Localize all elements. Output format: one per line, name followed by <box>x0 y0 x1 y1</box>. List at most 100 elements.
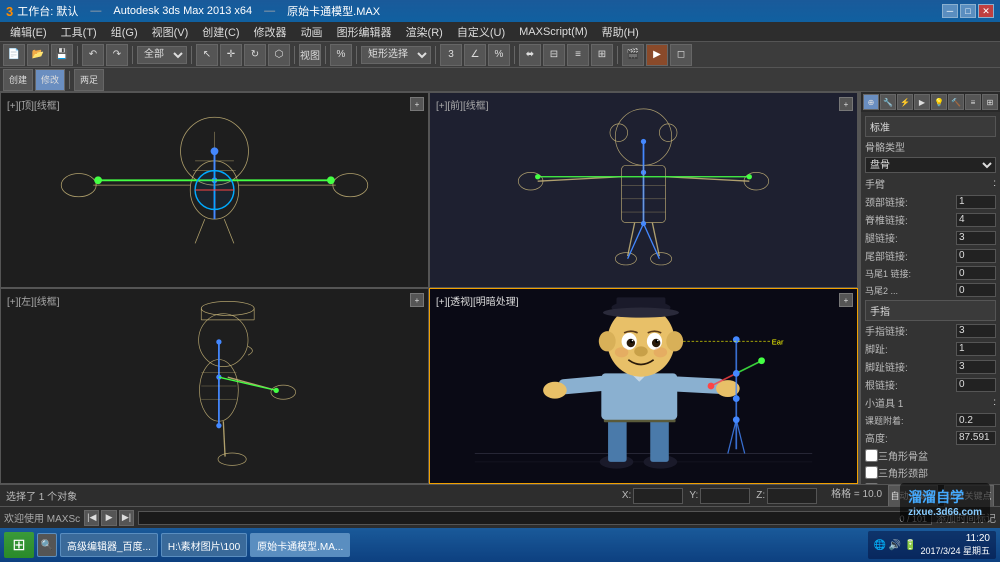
toolbar-separator-5 <box>325 46 326 64</box>
rp-height-input[interactable] <box>956 431 996 445</box>
rotate-button[interactable]: ↻ <box>244 44 266 66</box>
prev-frame-button[interactable]: |◀ <box>84 510 99 526</box>
rp-triangle-neck-check[interactable] <box>865 466 878 479</box>
menu-maxscript[interactable]: MAXScript(M) <box>513 25 593 39</box>
viewport-bottom-left[interactable]: [+][左][线框] + <box>0 288 429 484</box>
y-input[interactable] <box>700 488 750 504</box>
taskbar-item-2[interactable]: H:\素材图片\100 <box>161 533 247 557</box>
rp-ponytail2-input[interactable] <box>956 283 996 297</box>
rp-toe-input[interactable] <box>956 342 996 356</box>
rp-spine-input[interactable] <box>956 213 996 227</box>
rp-arm-colon: : <box>993 178 996 189</box>
rp-neck-row: 颈部链接: <box>865 194 996 209</box>
biped-button[interactable]: 两足 <box>74 69 104 91</box>
snap-button[interactable]: 3 <box>440 44 462 66</box>
timeline-area[interactable]: 0 / 101 <box>138 511 932 525</box>
x-input[interactable] <box>633 488 683 504</box>
taskbar-item-3[interactable]: 原始卡通模型.MA... <box>250 533 350 557</box>
rp-toe-link-input[interactable] <box>956 360 996 374</box>
rp-attach-input[interactable] <box>956 413 996 427</box>
rp-tail-input[interactable] <box>956 249 996 263</box>
menu-tools[interactable]: 工具(T) <box>55 23 103 41</box>
rp-finger-input[interactable] <box>956 324 996 338</box>
rp-root-row: 根链接: <box>865 377 996 392</box>
filter-dropdown[interactable]: 全部 <box>137 46 187 64</box>
open-button[interactable]: 📂 <box>27 44 49 66</box>
menu-modifier[interactable]: 修改器 <box>248 23 293 41</box>
menu-group[interactable]: 组(G) <box>105 23 144 41</box>
scene-graph-button[interactable]: ⊞ <box>591 44 613 66</box>
rp-neck-input[interactable] <box>956 195 996 209</box>
close-button[interactable]: ✕ <box>978 4 994 18</box>
rp-tab-modify[interactable]: 🔧 <box>880 94 896 110</box>
layer-button[interactable]: ≡ <box>567 44 589 66</box>
toolbar-separator-1 <box>77 46 78 64</box>
view-button[interactable]: 视图 <box>299 44 321 66</box>
modify-tab[interactable]: 修改 <box>35 69 65 91</box>
rp-tab-utilities[interactable]: 🔨 <box>948 94 964 110</box>
start-button[interactable]: ⊞ <box>4 532 34 558</box>
menu-custom[interactable]: 自定义(U) <box>451 23 511 41</box>
menu-animation[interactable]: 动画 <box>295 23 329 41</box>
save-button[interactable]: 💾 <box>51 44 73 66</box>
viewport-top-right-menu[interactable]: + <box>839 97 853 111</box>
material-editor-button[interactable]: ◻ <box>670 44 692 66</box>
menu-graph-editor[interactable]: 图形编辑器 <box>331 23 398 41</box>
rp-root-input[interactable] <box>956 378 996 392</box>
create-tab[interactable]: 创建 <box>3 69 33 91</box>
rp-ponytail1-input[interactable] <box>956 266 996 280</box>
rp-tab-display[interactable]: 💡 <box>931 94 947 110</box>
select-button[interactable]: ↖ <box>196 44 218 66</box>
rp-tab-hierarchy[interactable]: ⚡ <box>897 94 913 110</box>
viewport-bottom-right-menu[interactable]: + <box>839 293 853 307</box>
undo-button[interactable]: ↶ <box>82 44 104 66</box>
rp-ponytail1-row: 马尾1 链接: <box>865 266 996 280</box>
rp-tab-extra2[interactable]: ⊞ <box>982 94 998 110</box>
rp-tab-extra[interactable]: ≡ <box>965 94 981 110</box>
align-button[interactable]: ⊟ <box>543 44 565 66</box>
x-label: X: <box>622 490 631 501</box>
taskbar-item-1[interactable]: 高级编辑器_百度... <box>60 533 158 557</box>
menu-create[interactable]: 创建(C) <box>196 23 245 41</box>
viewport-top-right[interactable]: [+][前][线框] + <box>429 92 858 288</box>
percent-button[interactable]: % <box>330 44 352 66</box>
viewport-top-left[interactable]: [+][顶][线框] + <box>0 92 429 288</box>
menu-view[interactable]: 视图(V) <box>146 23 195 41</box>
taskbar-item-search[interactable]: 🔍 <box>37 533 57 557</box>
viewport-bottom-right[interactable]: [+][透视][明暗处理] + <box>429 288 858 484</box>
z-coord-field: Z: <box>756 485 817 507</box>
angle-snap-button[interactable]: ∠ <box>464 44 486 66</box>
render-button[interactable]: ▶ <box>646 44 668 66</box>
app-wrapper: 3 工作台: 默认 — Autodesk 3ds Max 2013 x64 — … <box>0 0 1000 562</box>
date-display: 2017/3/24 星期五 <box>920 544 990 557</box>
menu-render[interactable]: 渲染(R) <box>400 23 449 41</box>
play-button[interactable]: ▶ <box>101 510 116 526</box>
rp-toe-link-label: 脚趾链接: <box>865 359 956 374</box>
rp-leg-input[interactable] <box>956 231 996 245</box>
title-separator2: — <box>264 5 275 17</box>
select-region-dropdown[interactable]: 矩形选择 <box>361 46 431 64</box>
bottom-bar: 欢迎使用 MAXSc |◀ ▶ ▶| 0 / 101 添加时间标记 <box>0 506 1000 528</box>
rp-tab-create[interactable]: ⊕ <box>863 94 879 110</box>
menu-edit[interactable]: 编辑(E) <box>4 23 53 41</box>
scale-button[interactable]: ⬡ <box>268 44 290 66</box>
percent-snap-button[interactable]: % <box>488 44 510 66</box>
redo-button[interactable]: ↷ <box>106 44 128 66</box>
next-frame-button[interactable]: ▶| <box>119 510 134 526</box>
rp-leg-row: 腿链接: <box>865 230 996 245</box>
render-setup-button[interactable]: 🎬 <box>622 44 644 66</box>
rp-hand-title: 手指 <box>865 300 996 321</box>
viewport-top-left-menu[interactable]: + <box>410 97 424 111</box>
viewport-bottom-left-menu[interactable]: + <box>410 293 424 307</box>
move-button[interactable]: ✛ <box>220 44 242 66</box>
mirror-button[interactable]: ⬌ <box>519 44 541 66</box>
menu-help[interactable]: 帮助(H) <box>596 23 645 41</box>
rp-triangle-pelvis-check[interactable] <box>865 449 878 462</box>
rp-bone-type-dropdown[interactable]: 盘骨 <box>865 157 996 173</box>
new-button[interactable]: 📄 <box>3 44 25 66</box>
minimize-button[interactable]: ─ <box>942 4 958 18</box>
rp-tab-motion[interactable]: ▶ <box>914 94 930 110</box>
right-panel-tabs: ⊕ 🔧 ⚡ ▶ 💡 🔨 ≡ ⊞ <box>861 92 1000 112</box>
maximize-button[interactable]: □ <box>960 4 976 18</box>
z-input[interactable] <box>767 488 817 504</box>
